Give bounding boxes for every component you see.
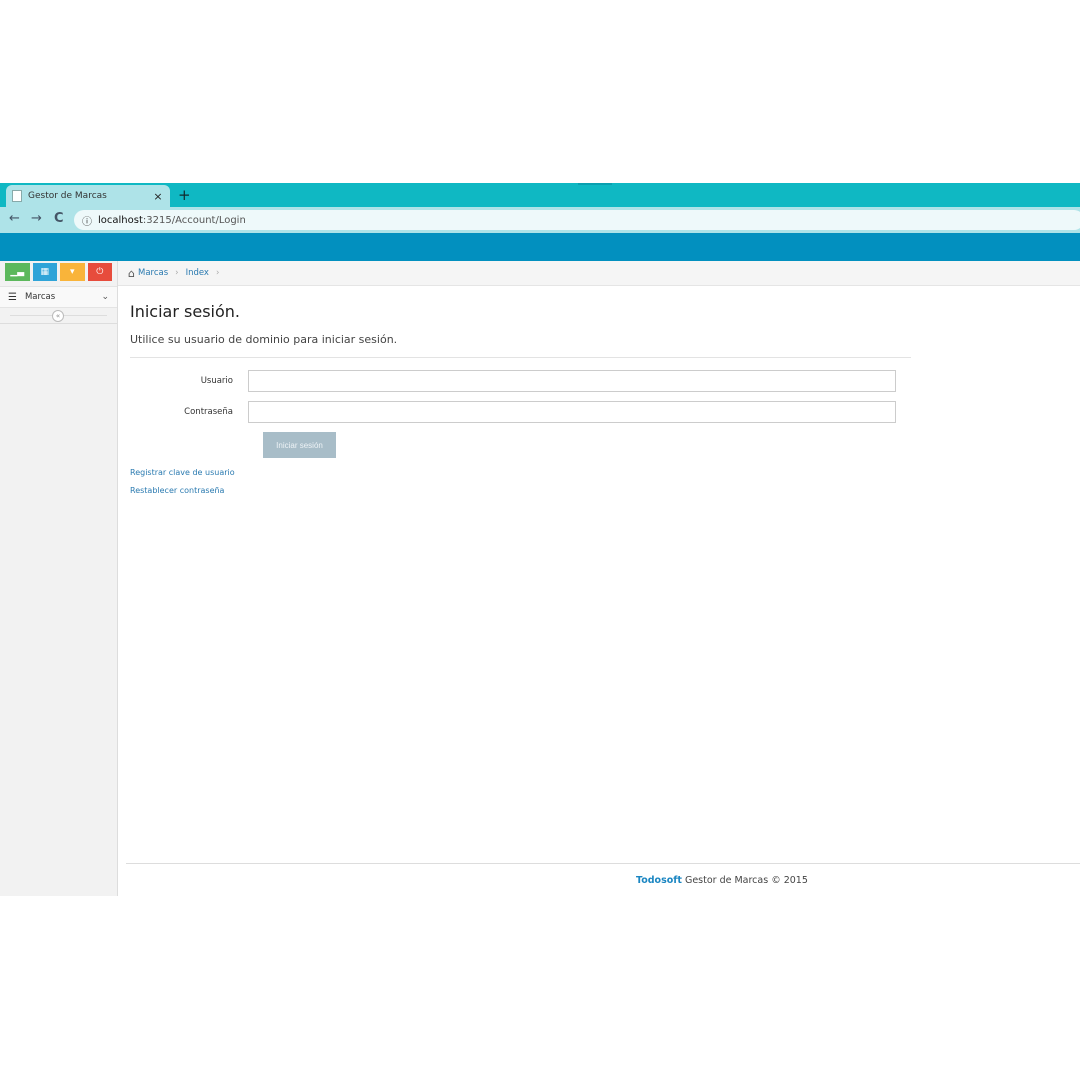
home-icon[interactable]: ⌂ bbox=[128, 267, 135, 280]
browser-tab[interactable]: Gestor de Marcas × bbox=[6, 185, 170, 207]
sidebar-collapse-row: « bbox=[0, 308, 117, 324]
username-row: Usuario bbox=[130, 370, 911, 392]
footer-text: Todosoft Gestor de Marcas © 2015 bbox=[636, 875, 808, 886]
breadcrumb-separator: › bbox=[175, 268, 179, 278]
browser-window: Gestor de Marcas × + ← → C ⓘ localhost:3… bbox=[0, 183, 1080, 896]
collapse-sidebar-icon[interactable]: « bbox=[52, 310, 64, 322]
app-header bbox=[0, 233, 1080, 261]
sidebar-shortcuts: ▁▃ ▦ ▾ ⏻ bbox=[0, 261, 117, 283]
breadcrumb: ⌂ Marcas › Index › bbox=[118, 261, 1080, 286]
breadcrumb-item-marcas[interactable]: Marcas bbox=[138, 268, 168, 278]
signal-icon[interactable]: ▁▃ bbox=[5, 263, 30, 281]
calendar-icon[interactable]: ▦ bbox=[32, 263, 57, 281]
breadcrumb-separator: › bbox=[215, 268, 220, 278]
page-subtitle: Utilice su usuario de dominio para inici… bbox=[130, 333, 398, 346]
divider bbox=[130, 357, 911, 358]
username-label: Usuario bbox=[200, 376, 233, 386]
breadcrumb-item-index[interactable]: Index bbox=[186, 268, 209, 278]
site-info-icon[interactable]: ⓘ bbox=[82, 213, 92, 228]
footer: Todosoft Gestor de Marcas © 2015 bbox=[126, 863, 1080, 886]
account-links: Registrar clave de usuario Restablecer c… bbox=[130, 468, 911, 495]
list-icon: ☰ bbox=[8, 291, 17, 303]
page-favicon-icon bbox=[12, 190, 22, 202]
footer-brand[interactable]: Todosoft bbox=[636, 875, 682, 886]
reload-icon[interactable]: C bbox=[54, 211, 64, 226]
sidebar-item-label: Marcas bbox=[24, 292, 56, 302]
power-icon[interactable]: ⏻ bbox=[87, 263, 112, 281]
password-label: Contraseña bbox=[184, 407, 233, 417]
url-input[interactable]: ⓘ localhost:3215/Account/Login bbox=[74, 210, 1080, 230]
forward-icon[interactable]: → bbox=[31, 211, 42, 226]
caret-down-icon[interactable]: ▾ bbox=[60, 263, 85, 281]
tab-strip: Gestor de Marcas × + bbox=[0, 183, 1080, 207]
password-row: Contraseña bbox=[130, 401, 911, 423]
tabstrip-accent bbox=[578, 183, 612, 185]
register-link[interactable]: Registrar clave de usuario bbox=[130, 468, 911, 477]
chevron-down-icon: ⌄ bbox=[101, 292, 109, 302]
tab-close-icon[interactable]: × bbox=[152, 190, 164, 203]
back-icon[interactable]: ← bbox=[9, 211, 20, 226]
address-bar-row: ← → C ⓘ localhost:3215/Account/Login bbox=[0, 207, 1080, 233]
new-tab-button[interactable]: + bbox=[178, 186, 191, 204]
sidebar-item-marcas[interactable]: ☰ Marcas ⌄ bbox=[0, 286, 117, 308]
username-field[interactable] bbox=[248, 370, 896, 392]
login-button[interactable]: Iniciar sesión bbox=[263, 432, 336, 458]
footer-copyright: Gestor de Marcas © 2015 bbox=[681, 875, 808, 886]
sidebar: ▁▃ ▦ ▾ ⏻ ☰ Marcas ⌄ « bbox=[0, 261, 118, 896]
password-field[interactable] bbox=[248, 401, 896, 423]
url-text: localhost:3215/Account/Login bbox=[98, 214, 246, 226]
tab-title: Gestor de Marcas bbox=[28, 191, 107, 201]
reset-password-link[interactable]: Restablecer contraseña bbox=[130, 486, 911, 495]
login-panel: Iniciar sesión. Utilice su usuario de do… bbox=[130, 286, 911, 504]
page-title: Iniciar sesión. bbox=[130, 302, 240, 321]
